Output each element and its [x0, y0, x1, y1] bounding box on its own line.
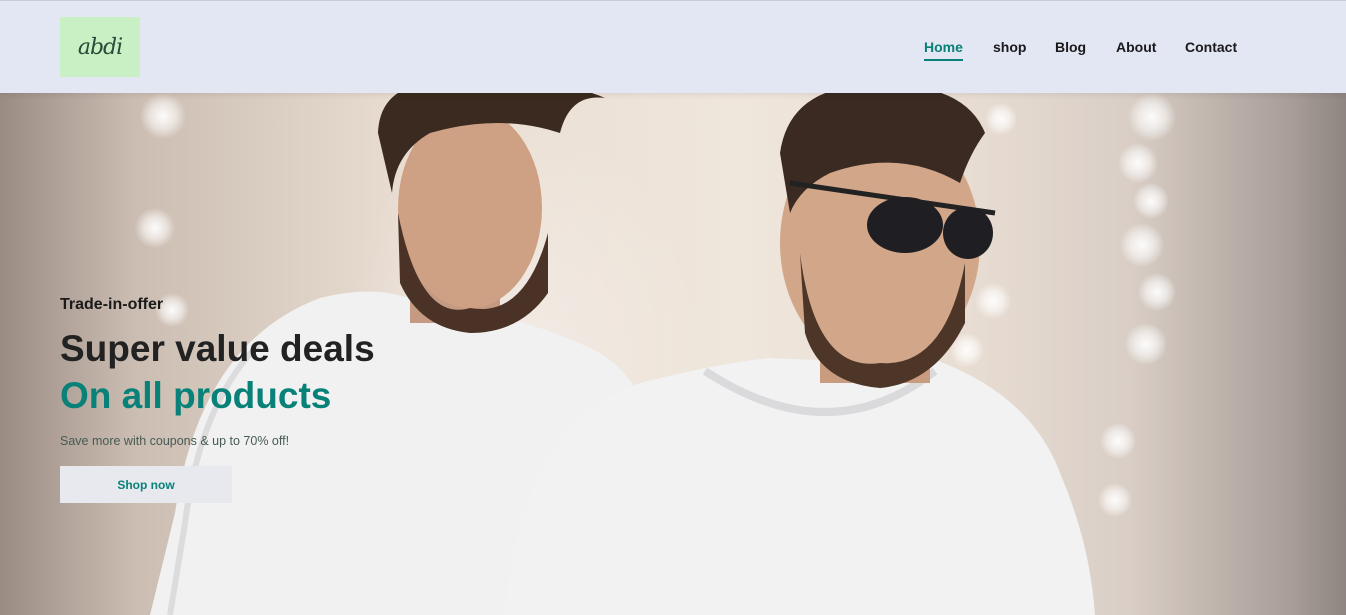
nav-link-home[interactable]: Home — [924, 39, 963, 61]
nav-link-about[interactable]: About — [1116, 39, 1156, 55]
nav-link-shop[interactable]: shop — [993, 39, 1026, 55]
hero-subheadline: On all products — [60, 375, 332, 416]
nav-link-blog[interactable]: Blog — [1055, 39, 1086, 55]
hero-banner: Trade-in-offer Super value deals On all … — [0, 93, 1346, 615]
nav-link-contact[interactable]: Contact — [1185, 39, 1237, 55]
hero-description: Save more with coupons & up to 70% off! — [60, 434, 290, 448]
main-nav: Home shop Blog About Contact — [0, 39, 1346, 63]
site-header: abdi Home shop Blog About Contact — [0, 0, 1346, 93]
shop-now-button[interactable]: Shop now — [60, 466, 232, 503]
offer-label: Trade-in-offer — [60, 296, 164, 313]
hero-headline: Super value deals — [60, 328, 375, 369]
